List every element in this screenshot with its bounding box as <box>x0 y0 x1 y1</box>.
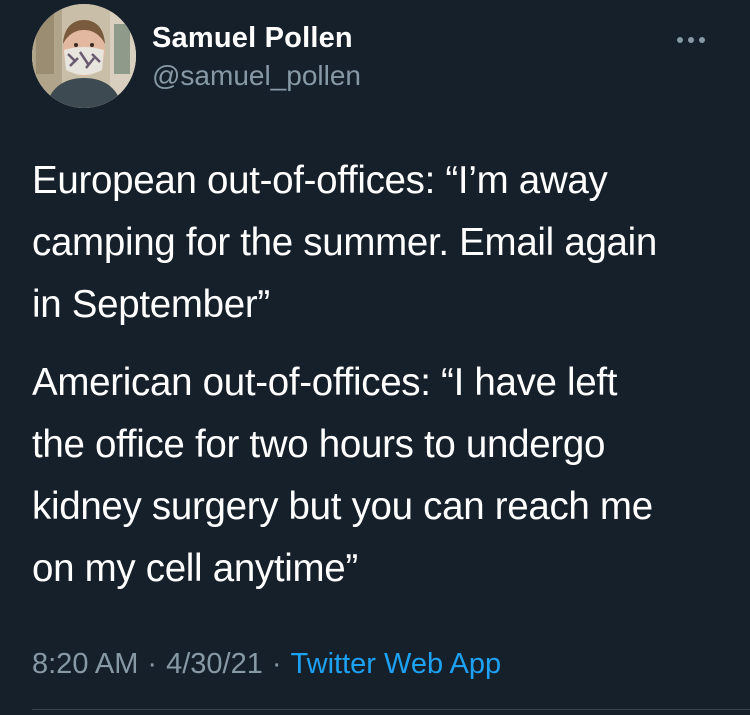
tweet-date[interactable]: 4/30/21 <box>166 648 263 680</box>
tweet-text-line: American out-of-offices: “I have left <box>32 361 618 404</box>
tweet: Samuel Pollen @samuel_pollen European ou… <box>0 0 750 715</box>
ellipsis-icon <box>677 37 683 43</box>
meta-separator: · <box>147 648 158 680</box>
tweet-text-line: kidney surgery but you can reach me <box>32 485 653 528</box>
avatar-image <box>32 4 136 108</box>
more-options-button[interactable] <box>668 20 714 60</box>
tweet-text-line: in September” <box>32 283 270 326</box>
tweet-paragraph-1: European out-of-offices: “I’m away campi… <box>32 150 732 336</box>
divider <box>32 709 750 710</box>
tweet-meta: 8:20 AM · 4/30/21 · Twitter Web App <box>32 648 501 681</box>
tweet-source-link[interactable]: Twitter Web App <box>291 648 502 680</box>
author-handle[interactable]: @samuel_pollen <box>152 60 361 92</box>
tweet-text-line: camping for the summer. Email again <box>32 221 658 264</box>
ellipsis-icon-dot <box>699 37 705 43</box>
tweet-paragraph-2: American out-of-offices: “I have left th… <box>32 352 732 600</box>
avatar[interactable] <box>32 4 136 108</box>
meta-separator: · <box>271 648 282 680</box>
ellipsis-icon-dot <box>688 37 694 43</box>
author-display-name[interactable]: Samuel Pollen <box>152 22 353 55</box>
tweet-text-line: on my cell anytime” <box>32 547 358 590</box>
tweet-text-line: European out-of-offices: “I’m away <box>32 159 608 202</box>
tweet-text-line: the office for two hours to undergo <box>32 423 606 466</box>
tweet-time[interactable]: 8:20 AM <box>32 648 138 680</box>
